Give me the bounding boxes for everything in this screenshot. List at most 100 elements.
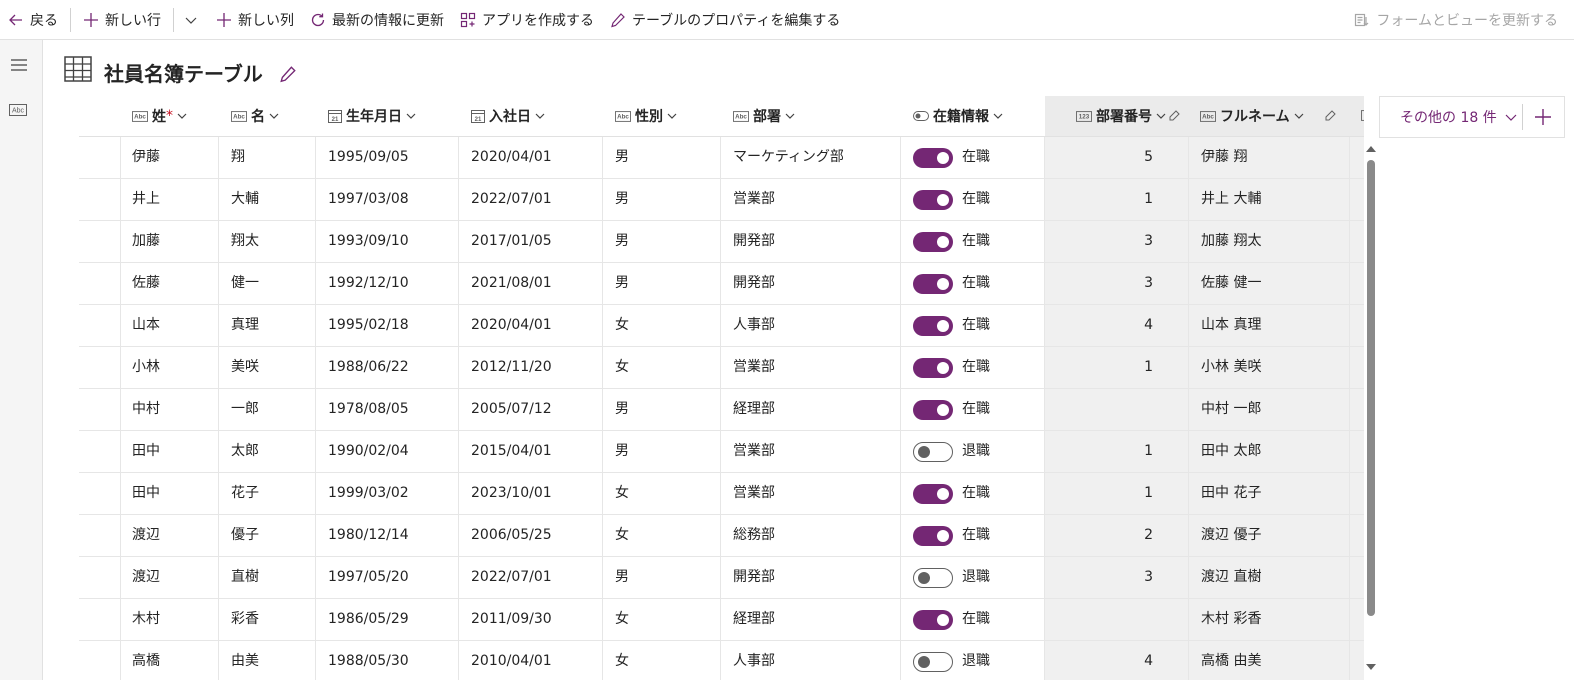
table-row[interactable]: 高橋 由美 1988/05/30 2010/04/01 女 人事部 高橋 由美 退職 4 [79, 641, 1364, 680]
cell-dept-no[interactable]: 5 [1045, 137, 1153, 178]
cell-gender[interactable]: 男 [615, 557, 629, 598]
cell-birth-date[interactable]: 1988/06/22 [328, 347, 409, 388]
cell-hire-date[interactable]: 2017/01/05 [471, 221, 552, 262]
more-columns-button[interactable]: その他の 18 件 [1380, 96, 1522, 138]
cell-dept-no[interactable]: 2 [1045, 515, 1153, 556]
cell-first-name[interactable]: 健一 [231, 263, 259, 304]
cell-department[interactable]: 経理部 [733, 599, 775, 640]
status-toggle[interactable] [913, 442, 953, 462]
status-toggle[interactable] [913, 358, 953, 378]
column-header-hire-date[interactable]: 21 入社日 [471, 96, 545, 136]
cell-gender[interactable]: 女 [615, 305, 629, 346]
cell-department[interactable]: 経理部 [733, 389, 775, 430]
cell-full-name[interactable]: 渡辺 優子 [1201, 515, 1261, 556]
table-row[interactable]: 中村 一郎 1978/08/05 2005/07/12 男 経理部 中村 一郎 在職 [79, 389, 1364, 431]
cell-birth-date[interactable]: 1980/12/14 [328, 515, 409, 556]
cell-full-name[interactable]: 渡辺 直樹 [1201, 557, 1261, 598]
column-header-birth-date[interactable]: 21 生年月日 [328, 96, 416, 136]
cell-department[interactable]: 営業部 [733, 473, 775, 514]
cell-full-name[interactable]: 山本 真理 [1201, 305, 1261, 346]
cell-last-name[interactable]: 佐藤 [132, 263, 160, 304]
cell-dept-no[interactable]: 1 [1045, 179, 1153, 220]
add-column-button[interactable] [1523, 96, 1565, 138]
column-header-department[interactable]: Abc 部署 [733, 96, 795, 136]
cell-first-name[interactable]: 花子 [231, 473, 259, 514]
cell-birth-date[interactable]: 1999/03/02 [328, 473, 409, 514]
cell-dept-no[interactable]: 1 [1045, 347, 1153, 388]
status-toggle[interactable] [913, 316, 953, 336]
table-row[interactable]: 田中 太郎 1990/02/04 2015/04/01 男 営業部 田中 太郎 退職 1 [79, 431, 1364, 473]
cell-first-name[interactable]: 彩香 [231, 599, 259, 640]
cell-department[interactable]: 開発部 [733, 263, 775, 304]
status-toggle[interactable] [913, 400, 953, 420]
cell-dept-no[interactable]: 1 [1045, 473, 1153, 514]
table-row[interactable]: 木村 彩香 1986/05/29 2011/09/30 女 経理部 木村 彩香 在職 [79, 599, 1364, 641]
cell-last-name[interactable]: 中村 [132, 389, 160, 430]
cell-last-name[interactable]: 高橋 [132, 641, 160, 680]
cell-dept-no[interactable] [1045, 599, 1153, 640]
cell-gender[interactable]: 男 [615, 389, 629, 430]
back-button[interactable]: 戻る [0, 0, 66, 40]
cell-full-name[interactable]: 伊藤 翔 [1201, 137, 1247, 178]
cell-hire-date[interactable]: 2022/07/01 [471, 179, 552, 220]
status-toggle[interactable] [913, 652, 953, 672]
cell-birth-date[interactable]: 1990/02/04 [328, 431, 409, 472]
cell-hire-date[interactable]: 2015/04/01 [471, 431, 552, 472]
cell-gender[interactable]: 女 [615, 641, 629, 680]
cell-last-name[interactable]: 田中 [132, 431, 160, 472]
status-toggle[interactable] [913, 526, 953, 546]
cell-birth-date[interactable]: 1992/12/10 [328, 263, 409, 304]
cell-gender[interactable]: 男 [615, 263, 629, 304]
cell-hire-date[interactable]: 2023/10/01 [471, 473, 552, 514]
cell-full-name[interactable]: 小林 美咲 [1201, 347, 1261, 388]
cell-dept-no[interactable]: 1 [1045, 431, 1153, 472]
table-row[interactable]: 山本 真理 1995/02/18 2020/04/01 女 人事部 山本 真理 在職 4 [79, 305, 1364, 347]
table-row[interactable]: 渡辺 優子 1980/12/14 2006/05/25 女 総務部 渡辺 優子 在職 2 [79, 515, 1364, 557]
cell-full-name[interactable]: 木村 彩香 [1201, 599, 1261, 640]
cell-department[interactable]: 総務部 [733, 515, 775, 556]
status-toggle[interactable] [913, 484, 953, 504]
cell-department[interactable]: 営業部 [733, 179, 775, 220]
column-header-gender[interactable]: Abc 性別 [615, 96, 677, 136]
vertical-scrollbar[interactable] [1364, 142, 1378, 672]
column-header-dept-no[interactable]: 123 部署番号 [1076, 96, 1180, 136]
cell-gender[interactable]: 女 [615, 473, 629, 514]
cell-full-name[interactable]: 井上 大輔 [1201, 179, 1261, 220]
refresh-button[interactable]: 最新の情報に更新 [302, 0, 452, 40]
cell-last-name[interactable]: 加藤 [132, 221, 160, 262]
cell-dept-no[interactable] [1045, 389, 1153, 430]
cell-department[interactable]: 人事部 [733, 305, 775, 346]
cell-hire-date[interactable]: 2020/04/01 [471, 137, 552, 178]
cell-last-name[interactable]: 田中 [132, 473, 160, 514]
column-header-last-name[interactable]: Abc 姓 * [132, 96, 187, 136]
cell-last-name[interactable]: 山本 [132, 305, 160, 346]
cell-hire-date[interactable]: 2010/04/01 [471, 641, 552, 680]
update-forms-button[interactable]: フォームとビューを更新する [1346, 0, 1566, 40]
new-column-button[interactable]: 新しい列 [208, 0, 302, 40]
cell-last-name[interactable]: 木村 [132, 599, 160, 640]
cell-hire-date[interactable]: 2012/11/20 [471, 347, 552, 388]
cell-birth-date[interactable]: 1995/02/18 [328, 305, 409, 346]
cell-last-name[interactable]: 渡辺 [132, 557, 160, 598]
cell-department[interactable]: 開発部 [733, 557, 775, 598]
cell-gender[interactable]: 男 [615, 221, 629, 262]
cell-last-name[interactable]: 渡辺 [132, 515, 160, 556]
cell-first-name[interactable]: 直樹 [231, 557, 259, 598]
hamburger-menu-icon[interactable] [10, 58, 28, 72]
cell-last-name[interactable]: 小林 [132, 347, 160, 388]
cell-last-name[interactable]: 伊藤 [132, 137, 160, 178]
column-header-status[interactable]: 在籍情報 [913, 96, 1003, 136]
cell-dept-no[interactable]: 3 [1045, 557, 1153, 598]
cell-birth-date[interactable]: 1986/05/29 [328, 599, 409, 640]
status-toggle[interactable] [913, 568, 953, 588]
table-row[interactable]: 渡辺 直樹 1997/05/20 2022/07/01 男 開発部 渡辺 直樹 退職 3 [79, 557, 1364, 599]
table-row[interactable]: 井上 大輔 1997/03/08 2022/07/01 男 営業部 井上 大輔 在職 1 [79, 179, 1364, 221]
cell-first-name[interactable]: 優子 [231, 515, 259, 556]
cell-gender[interactable]: 男 [615, 179, 629, 220]
status-toggle[interactable] [913, 148, 953, 168]
cell-first-name[interactable]: 翔太 [231, 221, 259, 262]
new-row-button[interactable]: 新しい行 [75, 0, 169, 40]
cell-gender[interactable]: 女 [615, 515, 629, 556]
status-toggle[interactable] [913, 232, 953, 252]
cell-gender[interactable]: 男 [615, 431, 629, 472]
